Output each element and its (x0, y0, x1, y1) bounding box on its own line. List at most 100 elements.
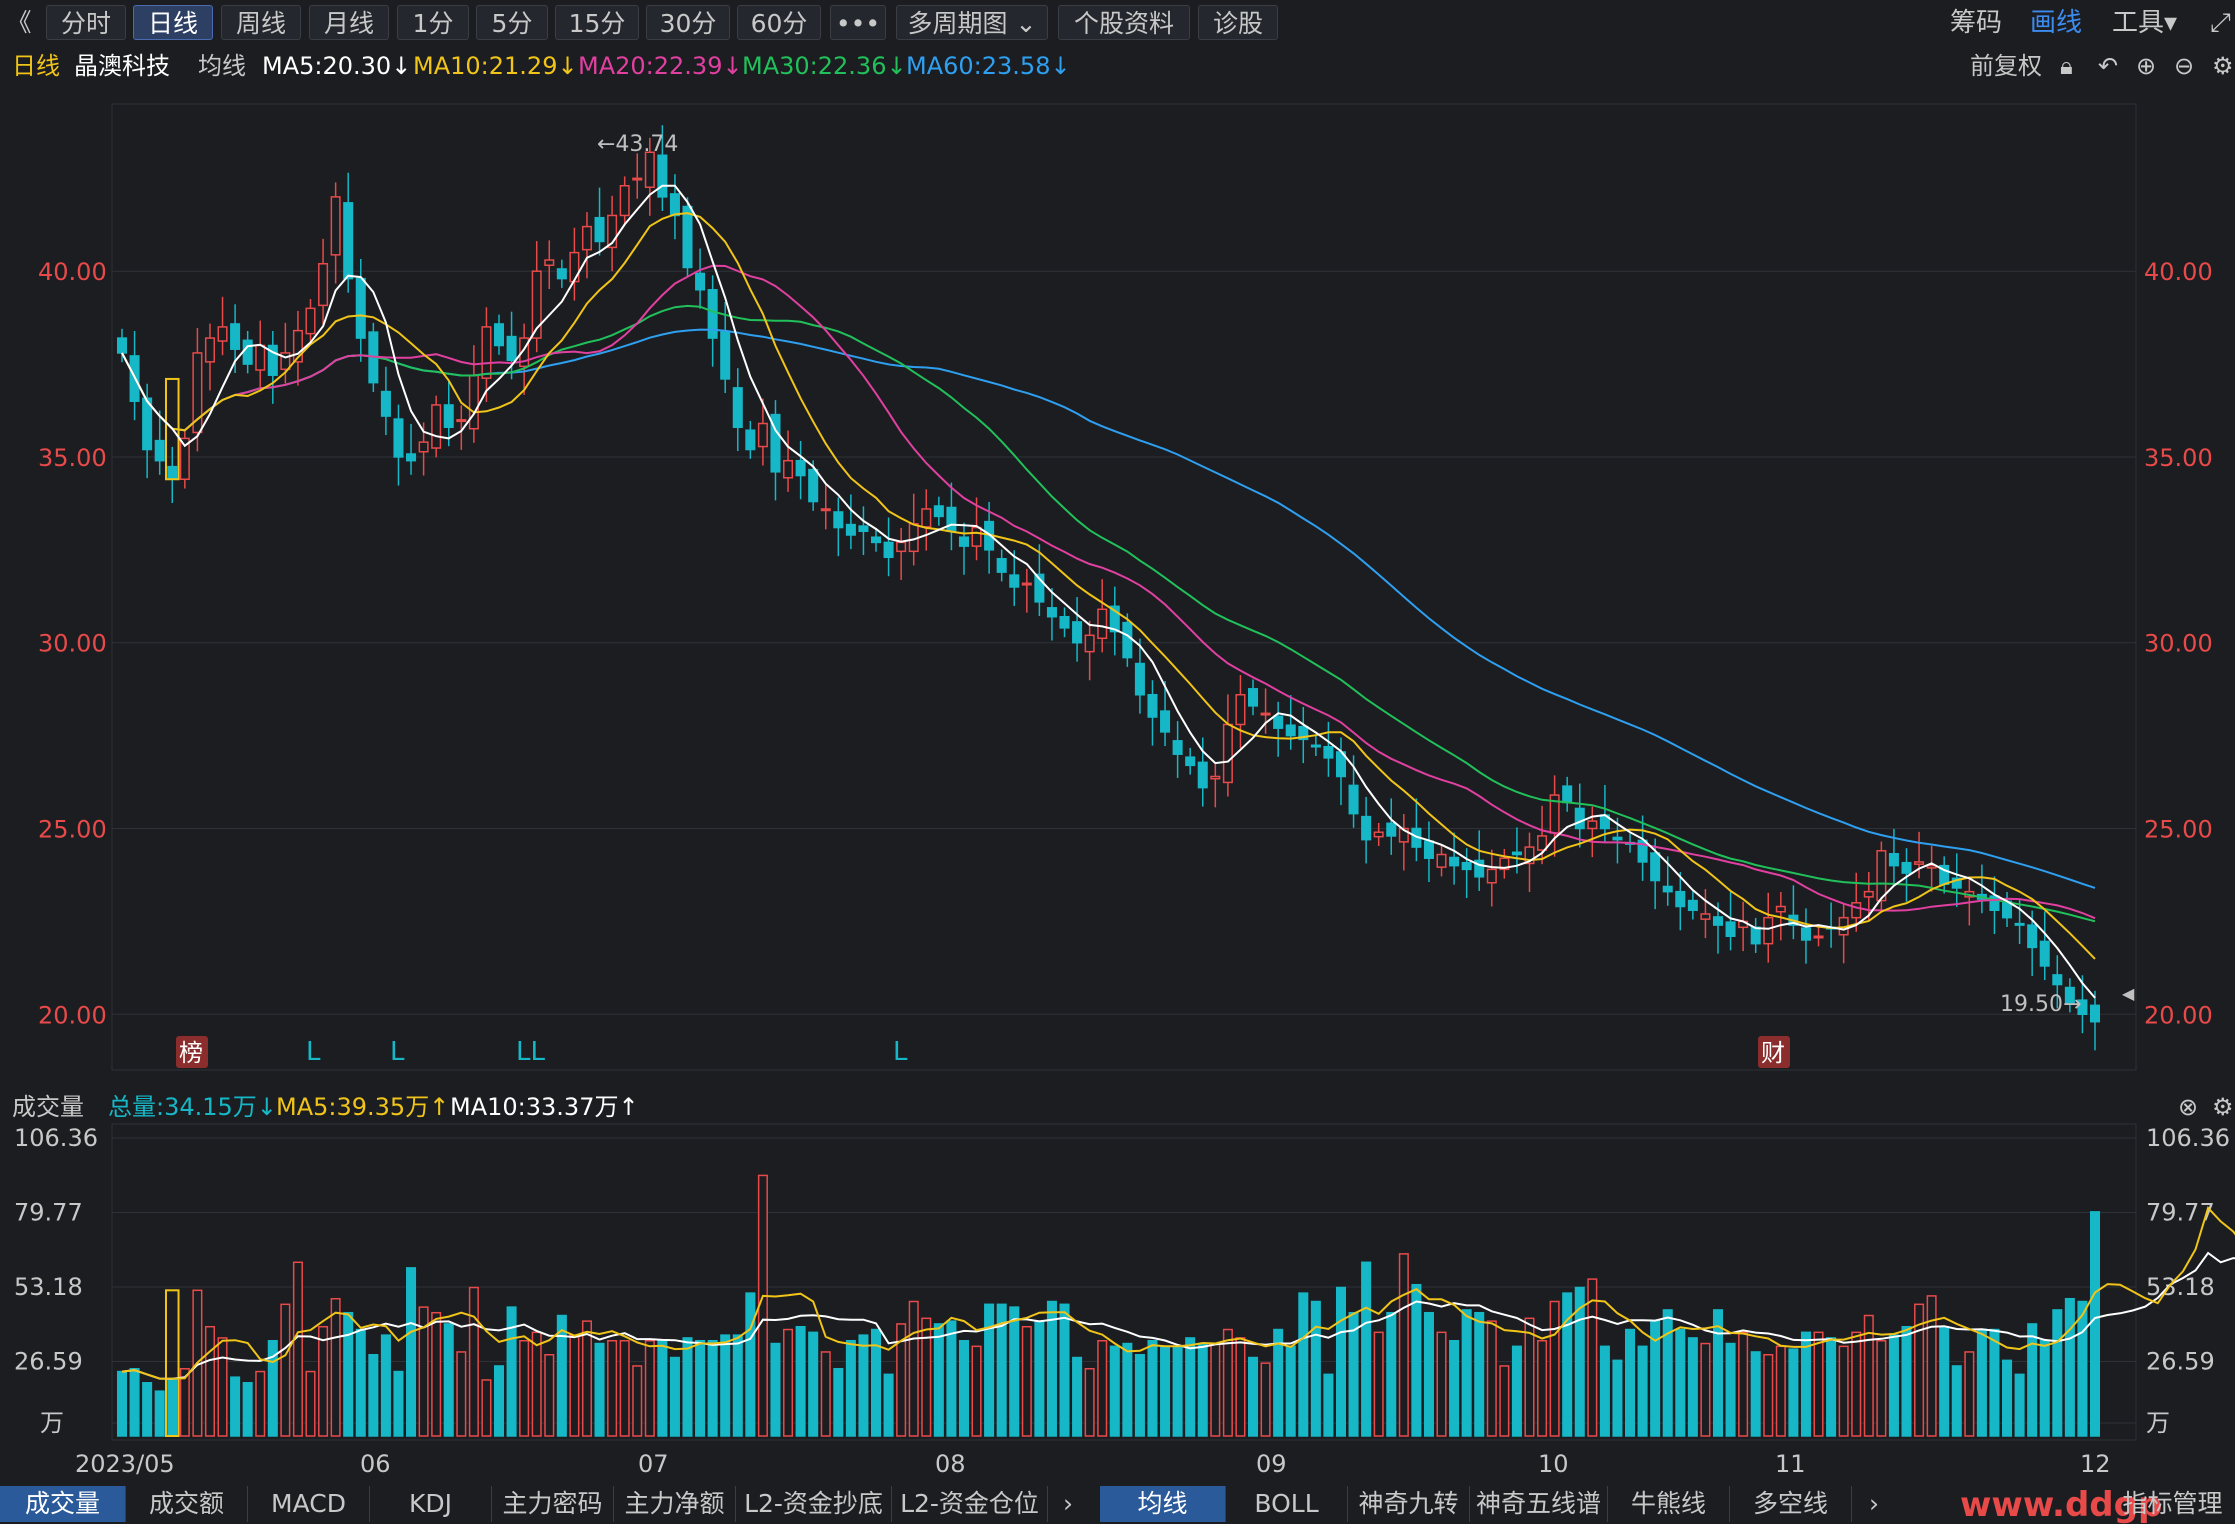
volume-bar (1763, 1353, 1774, 1437)
settings-icon[interactable]: ⚙ (2212, 48, 2234, 84)
volume-bar (1687, 1337, 1698, 1437)
tab-boll[interactable]: BOLL (1226, 1486, 1348, 1522)
volume-bar (1072, 1356, 1083, 1437)
multi-period-dropdown[interactable]: 多周期图 ⌄ (896, 5, 1048, 40)
candle-body (732, 387, 743, 428)
tab-ma[interactable]: 均线 (1100, 1486, 1226, 1522)
tab-long-short[interactable]: 多空线 (1730, 1486, 1852, 1522)
candle-body (443, 404, 454, 428)
candle-body (720, 331, 731, 380)
volume-bar (1210, 1342, 1221, 1437)
volume-bar (594, 1342, 605, 1437)
zoom-in-icon[interactable]: ⊕ (2136, 48, 2156, 84)
volume-settings-icon[interactable]: ⚙ (2212, 1090, 2234, 1124)
candle-body (1185, 756, 1196, 767)
candle-body (2052, 974, 2063, 986)
period-30min[interactable]: 30分 (646, 5, 730, 40)
tab-main-force-net[interactable]: 主力净额 (614, 1486, 736, 1522)
period-5min[interactable]: 5分 (476, 5, 548, 40)
close-volume-icon[interactable]: ⊗ (2178, 1090, 2198, 1124)
scroll-right-icon[interactable]: › (1050, 1486, 1086, 1522)
volume-bar (1423, 1311, 1434, 1437)
candle-body (946, 506, 957, 533)
diagnose-button[interactable]: 诊股 (1198, 5, 1278, 40)
period-fenshi[interactable]: 分时 (46, 5, 126, 40)
adjust-selector[interactable]: 前复权 (1970, 48, 2042, 84)
candle-body (1486, 868, 1497, 884)
undo-icon[interactable]: ↶ (2098, 48, 2118, 84)
volume-bar (1662, 1309, 1673, 1437)
volume-bar (1386, 1311, 1397, 1437)
lock-icon[interactable]: 🔒︎ (2060, 48, 2073, 84)
volume-bar (481, 1379, 492, 1437)
indicator-manager-button[interactable]: 指标管理 (2110, 1486, 2235, 1522)
volume-bar (330, 1297, 341, 1437)
tab-main-force-code[interactable]: 主力密码 (492, 1486, 614, 1522)
candle-body (1449, 856, 1460, 867)
chips-button[interactable]: 筹码 (1950, 6, 2002, 41)
price-tick-left: 20.00 (38, 1001, 107, 1029)
volume-bar (921, 1317, 932, 1437)
tab-macd[interactable]: MACD (248, 1486, 370, 1522)
fullscreen-icon[interactable]: ⤢ (2210, 6, 2231, 41)
period-weekly[interactable]: 周线 (221, 5, 301, 40)
draw-line-button[interactable]: 画线 (2030, 6, 2082, 41)
volume-bar (242, 1382, 253, 1437)
kline-chart[interactable]: 40.00 40.00 35.00 35.00 30.00 30.00 25.00 25.00… (0, 0, 2235, 1524)
tab-magic-five[interactable]: 神奇五线谱 (1470, 1486, 1608, 1522)
volume-bar (632, 1365, 643, 1437)
candle-body (1386, 822, 1397, 837)
volume-bar (1310, 1300, 1321, 1437)
ma30-value: MA30:22.36↓ (742, 52, 907, 80)
candle-body (380, 390, 391, 417)
period-daily[interactable]: 日线 (133, 5, 213, 40)
tools-menu[interactable]: 工具▾ (2112, 6, 2177, 41)
scroll-right-icon[interactable]: › (1856, 1486, 1892, 1522)
volume-bar (1851, 1331, 1862, 1437)
volume-bar (1499, 1365, 1510, 1437)
volume-bar (657, 1339, 668, 1437)
candle-body (858, 525, 869, 533)
back-button[interactable]: 《 (2, 5, 36, 40)
tab-l2-bottom[interactable]: L2-资金抄底 (736, 1486, 892, 1522)
date-label: 2023/05 (75, 1450, 175, 1478)
candle-body (1084, 634, 1095, 653)
volume-bar (2002, 1359, 2013, 1437)
tab-magic-nine[interactable]: 神奇九转 (1348, 1486, 1470, 1522)
ma-label[interactable]: 均线 (198, 48, 246, 84)
candle-body (569, 251, 580, 283)
tab-volume[interactable]: 成交量 (0, 1486, 126, 1522)
volume-bar (1147, 1339, 1158, 1437)
tab-kdj[interactable]: KDJ (370, 1486, 492, 1522)
volume-tick-left: 53.18 (14, 1273, 83, 1301)
volume-bar (883, 1373, 894, 1437)
candle-body (933, 505, 944, 518)
cai-marker: 财 (1761, 1039, 1785, 1067)
volume-bar (1700, 1342, 1711, 1437)
period-monthly[interactable]: 月线 (309, 5, 389, 40)
candle-body (1134, 662, 1145, 696)
candle-body (644, 151, 655, 188)
volume-tick-right: 106.36 (2146, 1124, 2230, 1152)
date-label: 11 (1775, 1450, 1806, 1478)
candle-body (1072, 621, 1083, 644)
zoom-out-icon[interactable]: ⊖ (2174, 48, 2194, 84)
period-1min[interactable]: 1分 (397, 5, 469, 40)
volume-bar (1185, 1337, 1196, 1437)
volume-bar (1524, 1317, 1535, 1437)
period-60min[interactable]: 60分 (737, 5, 821, 40)
volume-bar (1775, 1345, 1786, 1437)
tab-turnover[interactable]: 成交额 (126, 1486, 248, 1522)
date-label: 10 (1538, 1450, 1569, 1478)
volume-bar (468, 1286, 479, 1437)
tab-l2-position[interactable]: L2-资金仓位 (892, 1486, 1048, 1522)
period-15min[interactable]: 15分 (555, 5, 639, 40)
more-periods-button[interactable]: ••• (830, 5, 886, 40)
candle-body (594, 216, 605, 243)
tab-bull-bear[interactable]: 牛熊线 (1608, 1486, 1730, 1522)
candle-body (343, 202, 354, 280)
price-grid (112, 270, 2136, 1424)
price-tick-right: 40.00 (2144, 258, 2213, 286)
ma60-line (121, 328, 2096, 889)
stock-info-button[interactable]: 个股资料 (1058, 5, 1190, 40)
